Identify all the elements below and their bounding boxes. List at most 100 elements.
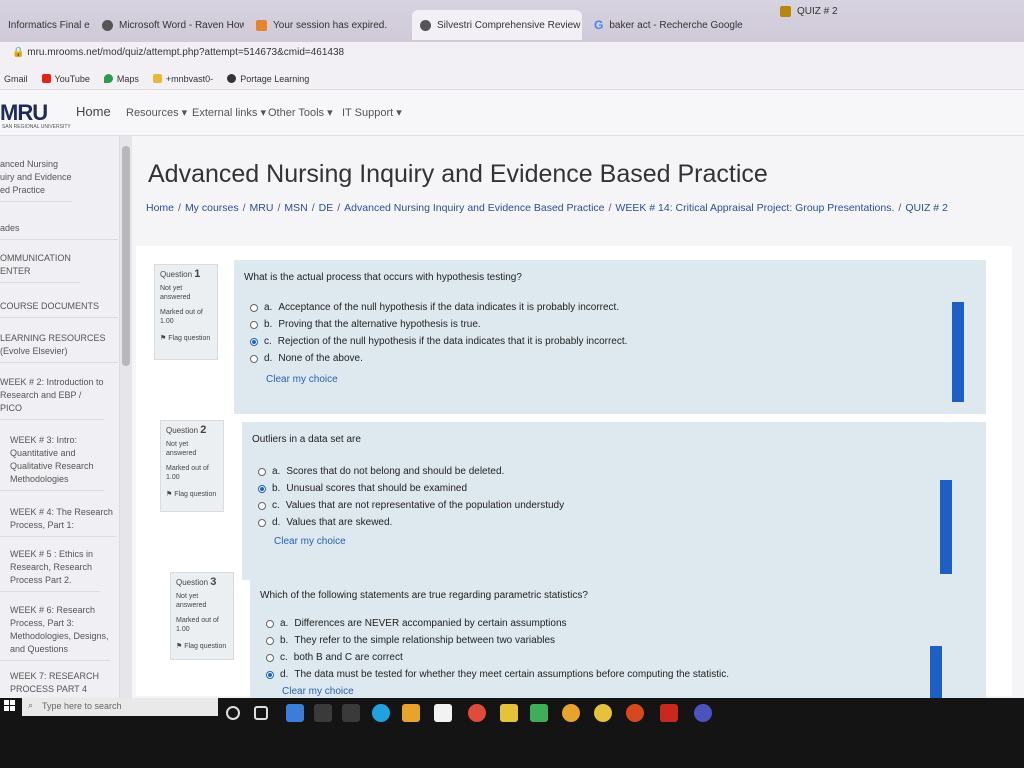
bookmark-gmail[interactable]: Gmail xyxy=(4,74,28,84)
q1-option-b[interactable]: b. Proving that the alternative hypothesi… xyxy=(250,319,481,330)
nav-resources[interactable]: Resources ▾ xyxy=(126,106,187,119)
flag-question-3[interactable]: ⚑ Flag question xyxy=(176,642,228,651)
scrollbar-thumb[interactable] xyxy=(122,146,130,366)
dropbox-icon[interactable] xyxy=(314,704,332,722)
tab-label: QUIZ # 2 xyxy=(797,5,838,17)
tab-label: Your session has expired. xyxy=(273,19,388,31)
file-explorer-icon[interactable] xyxy=(402,704,420,722)
windows-start-icon[interactable] xyxy=(4,700,16,712)
q1-option-c[interactable]: c. Rejection of the null hypothesis if th… xyxy=(250,336,627,347)
radio-button[interactable] xyxy=(266,619,274,628)
q2-option-b[interactable]: b. Unusual scores that should be examined xyxy=(258,483,467,494)
breadcrumb-course[interactable]: Advanced Nursing Inquiry and Evidence Ba… xyxy=(344,202,604,214)
radio-button[interactable] xyxy=(258,501,266,510)
app-icon[interactable] xyxy=(530,704,548,722)
tab-session-expired[interactable]: Your session has expired.✕ xyxy=(248,10,408,40)
cortana-icon[interactable] xyxy=(226,706,240,720)
drawer-communication[interactable]: OMMUNICATION ENTER xyxy=(0,252,80,283)
nav-external-links[interactable]: External links ▾ xyxy=(192,106,266,119)
question-3-info: Question 3 Not yet answered Marked out o… xyxy=(170,572,234,660)
bookmark-youtube[interactable]: YouTube xyxy=(41,74,90,84)
weather-icon[interactable] xyxy=(286,704,304,722)
q3-option-b[interactable]: b. They refer to the simple relationship … xyxy=(266,635,555,646)
check-icon[interactable] xyxy=(594,704,612,722)
globe-icon xyxy=(227,74,237,83)
bookmark-mnbvast[interactable]: +mnbvast0- xyxy=(152,74,213,84)
radio-button-selected[interactable] xyxy=(266,670,274,679)
q2-clear-choice[interactable]: Clear my choice xyxy=(274,536,346,547)
bookmark-portage[interactable]: Portage Learning xyxy=(227,74,309,84)
download-icon[interactable] xyxy=(562,704,580,722)
drawer-week-6[interactable]: WEEK # 6: Research Process, Part 3: Meth… xyxy=(0,604,110,661)
q3-option-d[interactable]: d. The data must be tested for whether th… xyxy=(266,669,729,680)
tab-google[interactable]: Gbaker act - Recherche Google ✕ xyxy=(586,10,766,40)
tab-label: Informatics Final en xyxy=(8,19,90,31)
question-2-info: Question 2 Not yet answered Marked out o… xyxy=(160,420,224,512)
tab-word[interactable]: Microsoft Word - Raven Howard✕ xyxy=(94,10,244,40)
flag-question-2[interactable]: ⚑ Flag question xyxy=(166,490,218,499)
drawer-course-documents[interactable]: COURSE DOCUMENTS xyxy=(0,300,118,318)
q2-option-c[interactable]: c. Values that are not representative of … xyxy=(258,500,564,511)
radio-button[interactable] xyxy=(266,653,274,662)
radio-button[interactable] xyxy=(250,354,258,363)
radio-button-selected[interactable] xyxy=(250,337,258,346)
nav-it-support[interactable]: IT Support ▾ xyxy=(342,106,402,119)
taskbar-search-input[interactable]: ⌕ Type here to search xyxy=(22,698,218,716)
drawer-week-2[interactable]: WEEK # 2: Introduction to Research and E… xyxy=(0,376,104,420)
tab-silvestri[interactable]: Silvestri Comprehensive Review✕ xyxy=(412,10,582,40)
q2-option-a[interactable]: a. Scores that do not belong and should b… xyxy=(258,466,504,477)
powerpoint-icon[interactable] xyxy=(626,704,644,722)
drawer-week-5[interactable]: WEEK # 5 : Ethics in Research, Research … xyxy=(0,548,100,592)
chrome-icon[interactable] xyxy=(468,704,486,722)
q1-option-d[interactable]: d. None of the above. xyxy=(250,353,363,364)
breadcrumb-de[interactable]: DE xyxy=(319,202,334,214)
radio-button[interactable] xyxy=(258,518,266,527)
question-3-text: Which of the following statements are tr… xyxy=(260,590,588,601)
nav-home[interactable]: Home xyxy=(76,104,111,119)
q2-option-d[interactable]: d. Values that are skewed. xyxy=(258,517,392,528)
drawer-learning-resources[interactable]: LEARNING RESOURCES (Evolve Elsevier) xyxy=(0,332,118,363)
youtube-icon xyxy=(41,74,51,83)
amazon-icon[interactable] xyxy=(434,704,452,722)
breadcrumb-my-courses[interactable]: My courses xyxy=(185,202,239,214)
breadcrumb-home[interactable]: Home xyxy=(146,202,174,214)
url-text: mru.mrooms.net/mod/quiz/attempt.php?atte… xyxy=(27,47,345,58)
q3-clear-choice[interactable]: Clear my choice xyxy=(282,686,354,697)
close-icon[interactable]: ✕ xyxy=(765,19,766,32)
drawer-week-4[interactable]: WEEK # 4: The Research Process, Part 1: xyxy=(0,506,116,537)
drawer-grades[interactable]: ades xyxy=(0,222,118,240)
q3-option-c[interactable]: c. both B and C are correct xyxy=(266,652,403,663)
q1-clear-choice[interactable]: Clear my choice xyxy=(266,374,338,385)
acrobat-icon[interactable] xyxy=(660,704,678,722)
q3-option-a[interactable]: a. Differences are NEVER accompanied by c… xyxy=(266,618,567,629)
address-bar[interactable]: 🔒 mru.mrooms.net/mod/quiz/attempt.php?at… xyxy=(0,42,1024,68)
edge-icon[interactable] xyxy=(372,704,390,722)
tab-quiz[interactable]: QUIZ # 2 xyxy=(772,0,862,26)
teams-icon[interactable] xyxy=(694,704,712,722)
lightning-icon[interactable] xyxy=(342,704,360,722)
task-view-icon[interactable] xyxy=(254,706,268,720)
radio-button[interactable] xyxy=(266,636,274,645)
drawer-course-name[interactable]: anced Nursing uiry and Evidence ed Pract… xyxy=(0,158,72,202)
drawer-scrollbar[interactable] xyxy=(120,136,132,698)
bookmark-maps[interactable]: Maps xyxy=(103,74,139,84)
nav-other-tools[interactable]: Other Tools ▾ xyxy=(268,106,333,119)
e-icon xyxy=(256,19,267,31)
breadcrumb-msn[interactable]: MSN xyxy=(284,202,307,214)
app-icon[interactable] xyxy=(500,704,518,722)
q1-option-a[interactable]: a. Acceptance of the null hypothesis if t… xyxy=(250,302,619,313)
flag-question-1[interactable]: ⚑ Flag question xyxy=(160,334,212,343)
breadcrumb-week-14[interactable]: WEEK # 14: Critical Appraisal Project: G… xyxy=(615,202,894,214)
radio-button-selected[interactable] xyxy=(258,484,266,493)
drawer-week-3[interactable]: WEEK # 3: Intro: Quantitative and Qualit… xyxy=(0,434,104,491)
maps-pin-icon xyxy=(103,74,113,83)
mru-logo[interactable]: MRU xyxy=(0,100,48,126)
breadcrumb-quiz[interactable]: QUIZ # 2 xyxy=(905,202,948,214)
breadcrumb-mru[interactable]: MRU xyxy=(250,202,274,214)
radio-button[interactable] xyxy=(250,303,258,312)
radio-button[interactable] xyxy=(250,320,258,329)
radio-button[interactable] xyxy=(258,467,266,476)
tab-informatics[interactable]: Informatics Final en✕ xyxy=(0,10,90,40)
drawer-week-7[interactable]: WEEK 7: RESEARCH PROCESS PART 4 xyxy=(0,670,104,698)
bookmarks-bar: Gmail YouTube Maps +mnbvast0- Portage Le… xyxy=(0,68,1024,90)
